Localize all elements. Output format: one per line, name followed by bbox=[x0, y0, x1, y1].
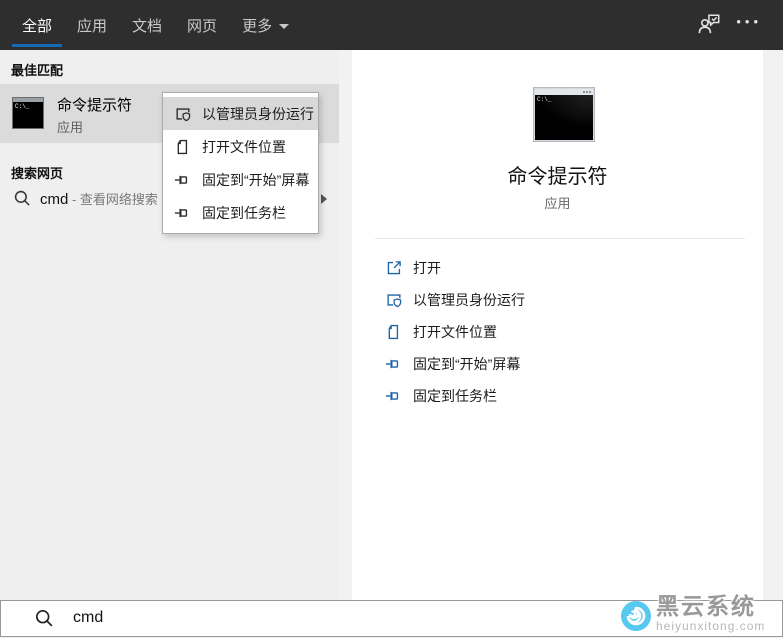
web-search-query: cmd bbox=[40, 191, 69, 208]
action-label: 打开文件位置 bbox=[413, 324, 497, 340]
cmd-app-icon: C:\_ bbox=[12, 97, 44, 129]
menu-item-pin-to-start[interactable]: 固定到“开始”屏幕 bbox=[163, 163, 318, 196]
pin-to-start-icon bbox=[174, 171, 192, 189]
action-pin-to-start[interactable]: 固定到“开始”屏幕 bbox=[385, 348, 525, 380]
best-match-subtitle: 应用 bbox=[57, 120, 84, 135]
search-icon bbox=[34, 608, 55, 629]
tab-documents[interactable]: 文档 bbox=[132, 0, 162, 50]
action-label: 打开 bbox=[413, 260, 441, 276]
run-as-admin-icon bbox=[174, 105, 192, 123]
run-as-admin-icon bbox=[385, 291, 403, 309]
site-watermark: 黑云系统 heiyunxitong.com bbox=[620, 594, 765, 633]
action-pin-to-taskbar[interactable]: 固定到任务栏 bbox=[385, 380, 525, 412]
web-search-text: cmd - 查看网络搜索 bbox=[40, 189, 158, 208]
tab-more-label: 更多 bbox=[242, 17, 273, 35]
app-title: 命令提示符 bbox=[507, 166, 608, 188]
search-icon bbox=[13, 189, 32, 208]
menu-item-label: 固定到任务栏 bbox=[202, 204, 286, 221]
tab-more[interactable]: 更多 bbox=[242, 15, 290, 36]
cmd-app-icon-large: C:\_ bbox=[533, 87, 595, 142]
context-menu: 以管理员身份运行 打开文件位置 固定到“开始”屏幕 固定到任务栏 bbox=[162, 92, 319, 234]
divider bbox=[375, 238, 745, 239]
best-match-title: 命令提示符 bbox=[57, 97, 133, 114]
pin-to-taskbar-icon bbox=[385, 387, 403, 405]
open-file-location-icon bbox=[385, 323, 403, 341]
chevron-down-icon bbox=[279, 23, 290, 29]
action-open[interactable]: 打开 bbox=[385, 252, 525, 284]
action-list: 打开 以管理员身份运行 打开文件位置 固定到“开始”屏幕 固定到任务栏 bbox=[385, 252, 525, 412]
result-preview-panel: C:\_ 命令提示符 应用 打开 以管理员身份运行 打开文件位置 固定到“开始”… bbox=[352, 50, 763, 600]
tab-documents-label: 文档 bbox=[132, 17, 163, 35]
chevron-right-icon[interactable] bbox=[321, 194, 327, 204]
action-run-as-admin[interactable]: 以管理员身份运行 bbox=[385, 284, 525, 316]
menu-item-open-file-location[interactable]: 打开文件位置 bbox=[163, 130, 318, 163]
search-input-value: cmd bbox=[73, 609, 104, 626]
action-open-file-location[interactable]: 打开文件位置 bbox=[385, 316, 525, 348]
menu-item-label: 以管理员身份运行 bbox=[202, 105, 314, 122]
tab-all-label: 全部 bbox=[22, 17, 53, 35]
action-label: 以管理员身份运行 bbox=[413, 292, 525, 308]
web-search-suffix: - 查看网络搜索 bbox=[68, 192, 158, 207]
windows-search-panel: 全部 应用 文档 网页 更多 ••• 最佳匹配 C:\_ 命令提示符 应用 搜索… bbox=[0, 0, 783, 638]
more-options-icon[interactable]: ••• bbox=[736, 14, 762, 29]
feedback-icon[interactable] bbox=[698, 13, 721, 36]
active-tab-underline bbox=[12, 44, 63, 47]
watermark-title: 黑云系统 bbox=[656, 593, 756, 619]
search-filter-bar: 全部 应用 文档 网页 更多 ••• bbox=[0, 0, 783, 50]
action-label: 固定到“开始”屏幕 bbox=[413, 356, 521, 372]
cloud-logo-icon bbox=[621, 601, 651, 631]
menu-item-run-as-admin[interactable]: 以管理员身份运行 bbox=[163, 97, 318, 130]
tab-apps[interactable]: 应用 bbox=[77, 0, 107, 50]
filter-tabs: 全部 应用 文档 网页 更多 bbox=[0, 0, 290, 50]
tab-all[interactable]: 全部 bbox=[12, 0, 63, 50]
app-subtitle: 应用 bbox=[544, 196, 571, 211]
menu-item-label: 固定到“开始”屏幕 bbox=[202, 171, 310, 188]
tab-web[interactable]: 网页 bbox=[187, 0, 217, 50]
menu-item-label: 打开文件位置 bbox=[202, 138, 286, 155]
open-icon bbox=[385, 259, 403, 277]
tab-apps-label: 应用 bbox=[77, 17, 108, 35]
tab-web-label: 网页 bbox=[187, 17, 218, 35]
menu-item-pin-to-taskbar[interactable]: 固定到任务栏 bbox=[163, 196, 318, 229]
best-match-header: 最佳匹配 bbox=[11, 63, 64, 78]
action-label: 固定到任务栏 bbox=[413, 388, 497, 404]
pin-to-taskbar-icon bbox=[174, 204, 192, 222]
pin-to-start-icon bbox=[385, 355, 403, 373]
watermark-domain: heiyunxitong.com bbox=[656, 619, 766, 633]
open-file-location-icon bbox=[174, 138, 192, 156]
